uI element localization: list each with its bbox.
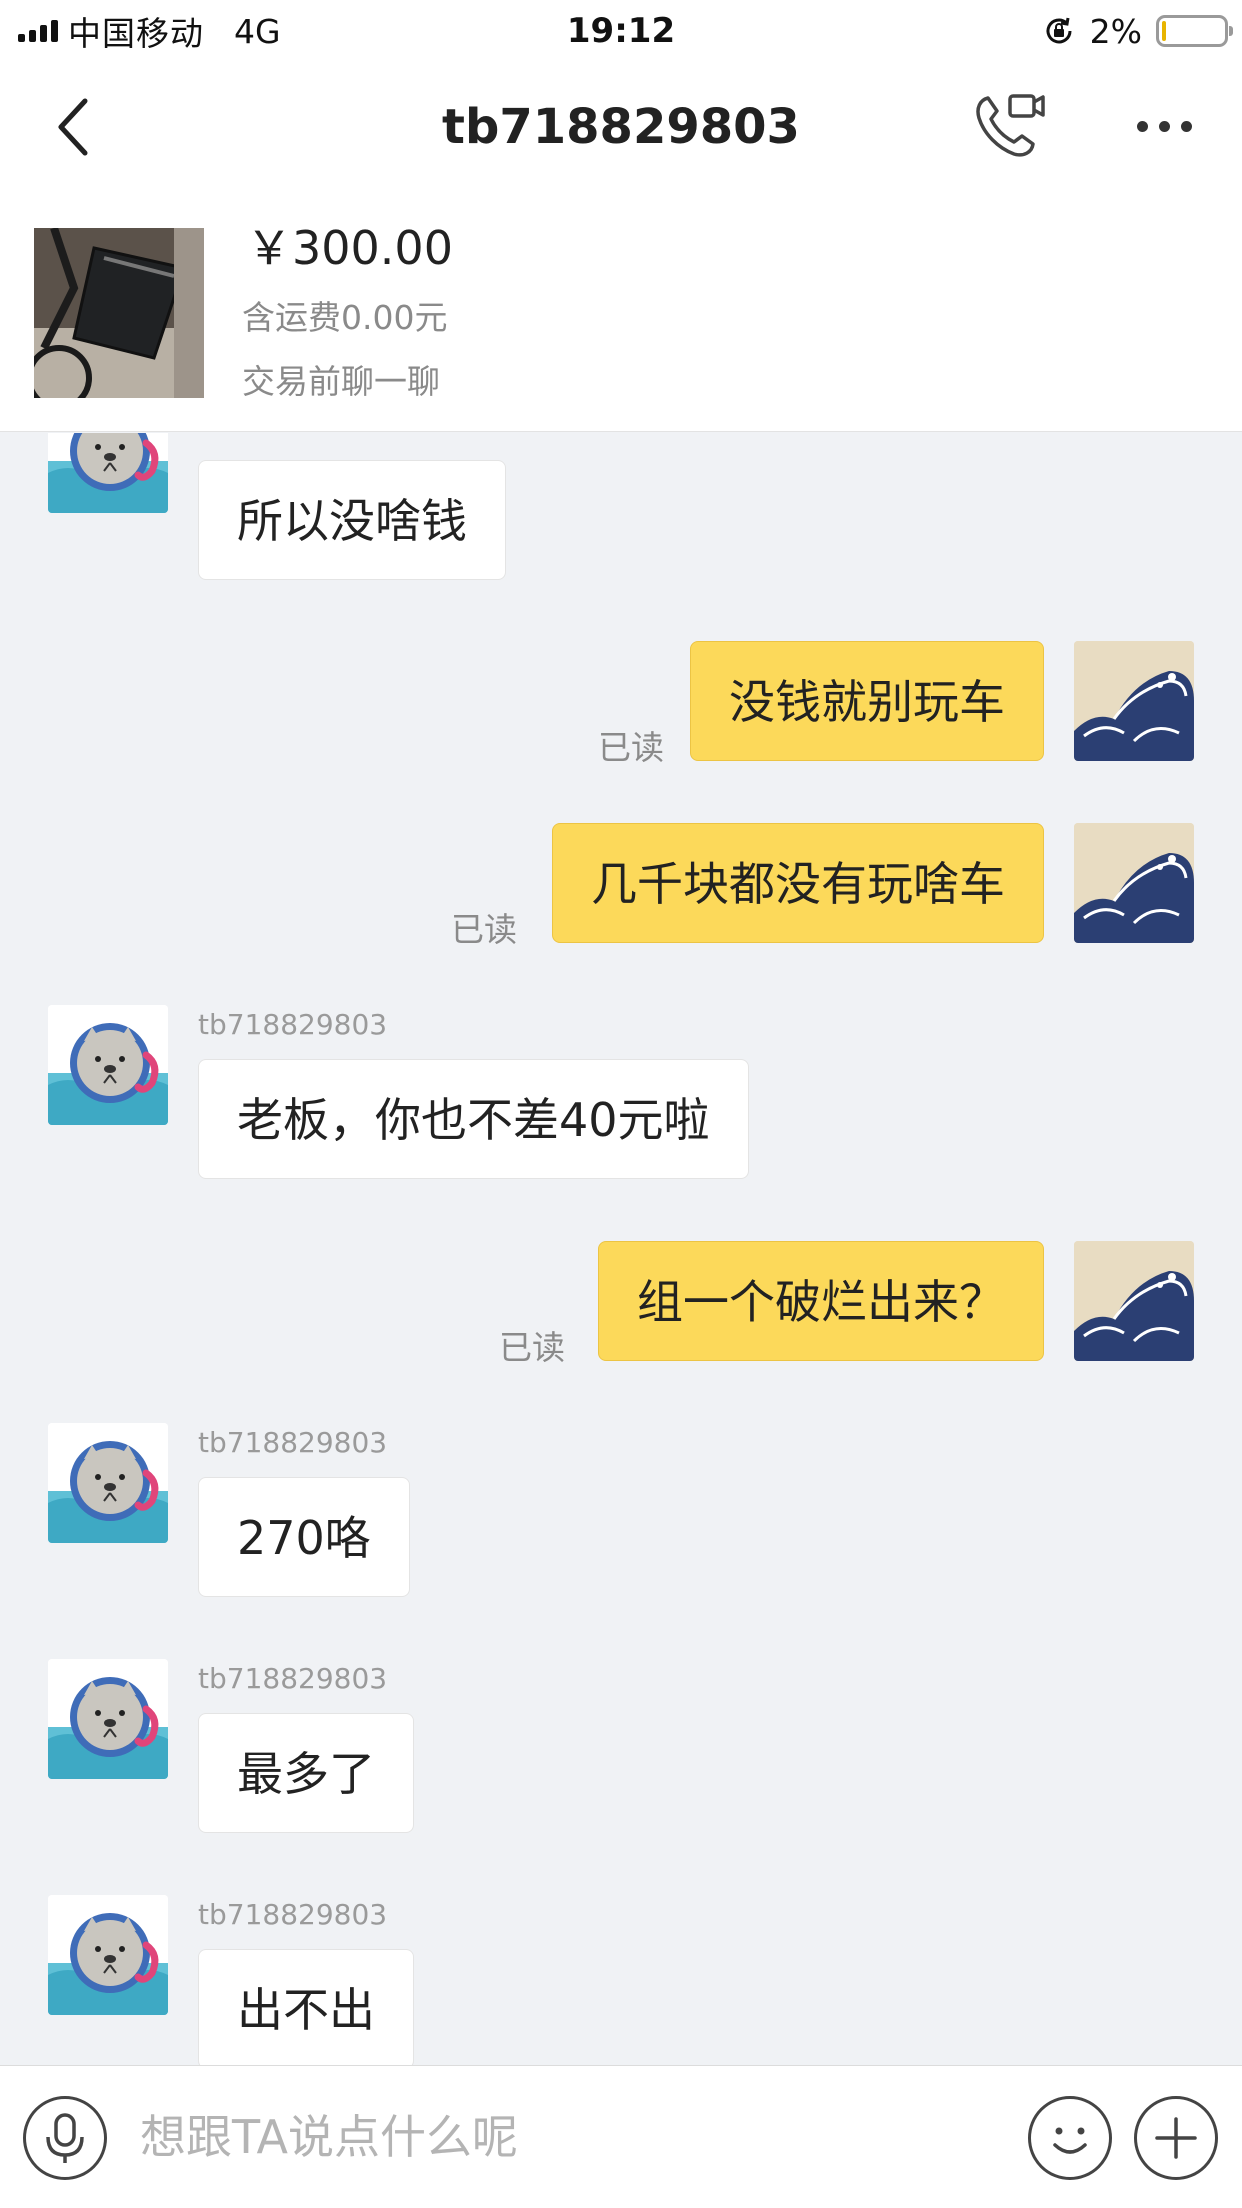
sender-name: tb718829803 xyxy=(198,1662,388,1695)
message-bubble-outgoing[interactable]: 几千块都没有玩啥车 xyxy=(552,823,1044,943)
read-status: 已读 xyxy=(451,910,517,949)
wave-avatar-icon xyxy=(1074,641,1194,761)
plus-icon xyxy=(1155,2117,1197,2159)
chat-hint: 交易前聊一聊 xyxy=(242,362,440,401)
more-dot xyxy=(1180,120,1192,132)
avatar[interactable] xyxy=(48,1659,168,1779)
sender-name: tb718829803 xyxy=(198,1008,388,1041)
wave-avatar-icon xyxy=(1074,1241,1194,1361)
message-bubble-incoming[interactable]: 老板，你也不差40元啦 xyxy=(198,1059,749,1179)
status-right: 2% xyxy=(1042,8,1233,54)
battery-level xyxy=(1162,21,1166,41)
wave-avatar-icon xyxy=(1074,823,1194,943)
bike-photo-icon xyxy=(34,228,204,398)
status-left: 中国移动 4G xyxy=(18,8,281,54)
avatar[interactable] xyxy=(1074,823,1194,943)
network-type: 4G xyxy=(234,11,281,51)
message-bubble-outgoing[interactable]: 组一个破烂出来？ xyxy=(598,1241,1044,1361)
avatar[interactable] xyxy=(48,433,168,513)
status-bar: 中国移动 4G 19:12 2% xyxy=(0,0,1242,62)
emoji-button[interactable] xyxy=(1028,2096,1112,2180)
avatar[interactable] xyxy=(48,1005,168,1125)
battery-percent: 2% xyxy=(1089,11,1142,51)
message-bubble-incoming[interactable]: 所以没啥钱 xyxy=(198,460,506,580)
page-title: tb718829803 xyxy=(442,99,800,155)
product-price: ￥300.00 xyxy=(246,221,453,275)
shipping-fee: 含运费0.00元 xyxy=(242,298,448,337)
message-bubble-outgoing[interactable]: 没钱就别玩车 xyxy=(690,641,1044,761)
carrier-name: 中国移动 xyxy=(68,14,204,53)
more-dot xyxy=(1136,120,1148,132)
rotation-lock-icon xyxy=(1046,17,1072,44)
seal-avatar-icon xyxy=(48,433,168,513)
battery-icon xyxy=(1156,15,1233,47)
message-bubble-incoming[interactable]: 最多了 xyxy=(198,1713,414,1833)
seal-avatar-icon xyxy=(48,1659,168,1779)
avatar[interactable] xyxy=(1074,1241,1194,1361)
microphone-icon xyxy=(46,2113,84,2163)
avatar[interactable] xyxy=(48,1895,168,2015)
seal-avatar-icon xyxy=(48,1895,168,2015)
nav-bar: tb718829803 xyxy=(0,62,1242,190)
product-thumbnail[interactable] xyxy=(34,228,204,398)
message-bubble-incoming[interactable]: 270咯 xyxy=(198,1477,410,1597)
avatar[interactable] xyxy=(48,1423,168,1543)
emoji-icon xyxy=(1053,2127,1087,2154)
back-button[interactable] xyxy=(40,92,110,162)
read-status: 已读 xyxy=(499,1328,565,1367)
more-button[interactable] xyxy=(1124,96,1204,156)
sender-name: tb718829803 xyxy=(198,1426,388,1459)
avatar[interactable] xyxy=(1074,641,1194,761)
video-call-icon[interactable] xyxy=(970,88,1046,164)
seal-avatar-icon xyxy=(48,1005,168,1125)
back-arrow-icon xyxy=(58,98,88,156)
message-bubble-incoming[interactable]: 出不出 xyxy=(198,1949,414,2065)
seal-avatar-icon xyxy=(48,1423,168,1543)
signal-icon xyxy=(18,20,58,42)
message-input[interactable] xyxy=(140,2091,1000,2183)
chat-list[interactable]: 所以没啥钱 已读 没钱就别玩车 已读 几千块都没有玩啥车 tb718829803… xyxy=(0,433,1242,2065)
voice-button[interactable] xyxy=(23,2096,107,2180)
more-dot xyxy=(1158,120,1170,132)
plus-button[interactable] xyxy=(1134,2096,1218,2180)
read-status: 已读 xyxy=(598,728,664,767)
product-card[interactable]: ￥300.00 含运费0.00元 交易前聊一聊 xyxy=(0,190,1242,432)
input-bar xyxy=(0,2065,1242,2208)
sender-name: tb718829803 xyxy=(198,1898,388,1931)
